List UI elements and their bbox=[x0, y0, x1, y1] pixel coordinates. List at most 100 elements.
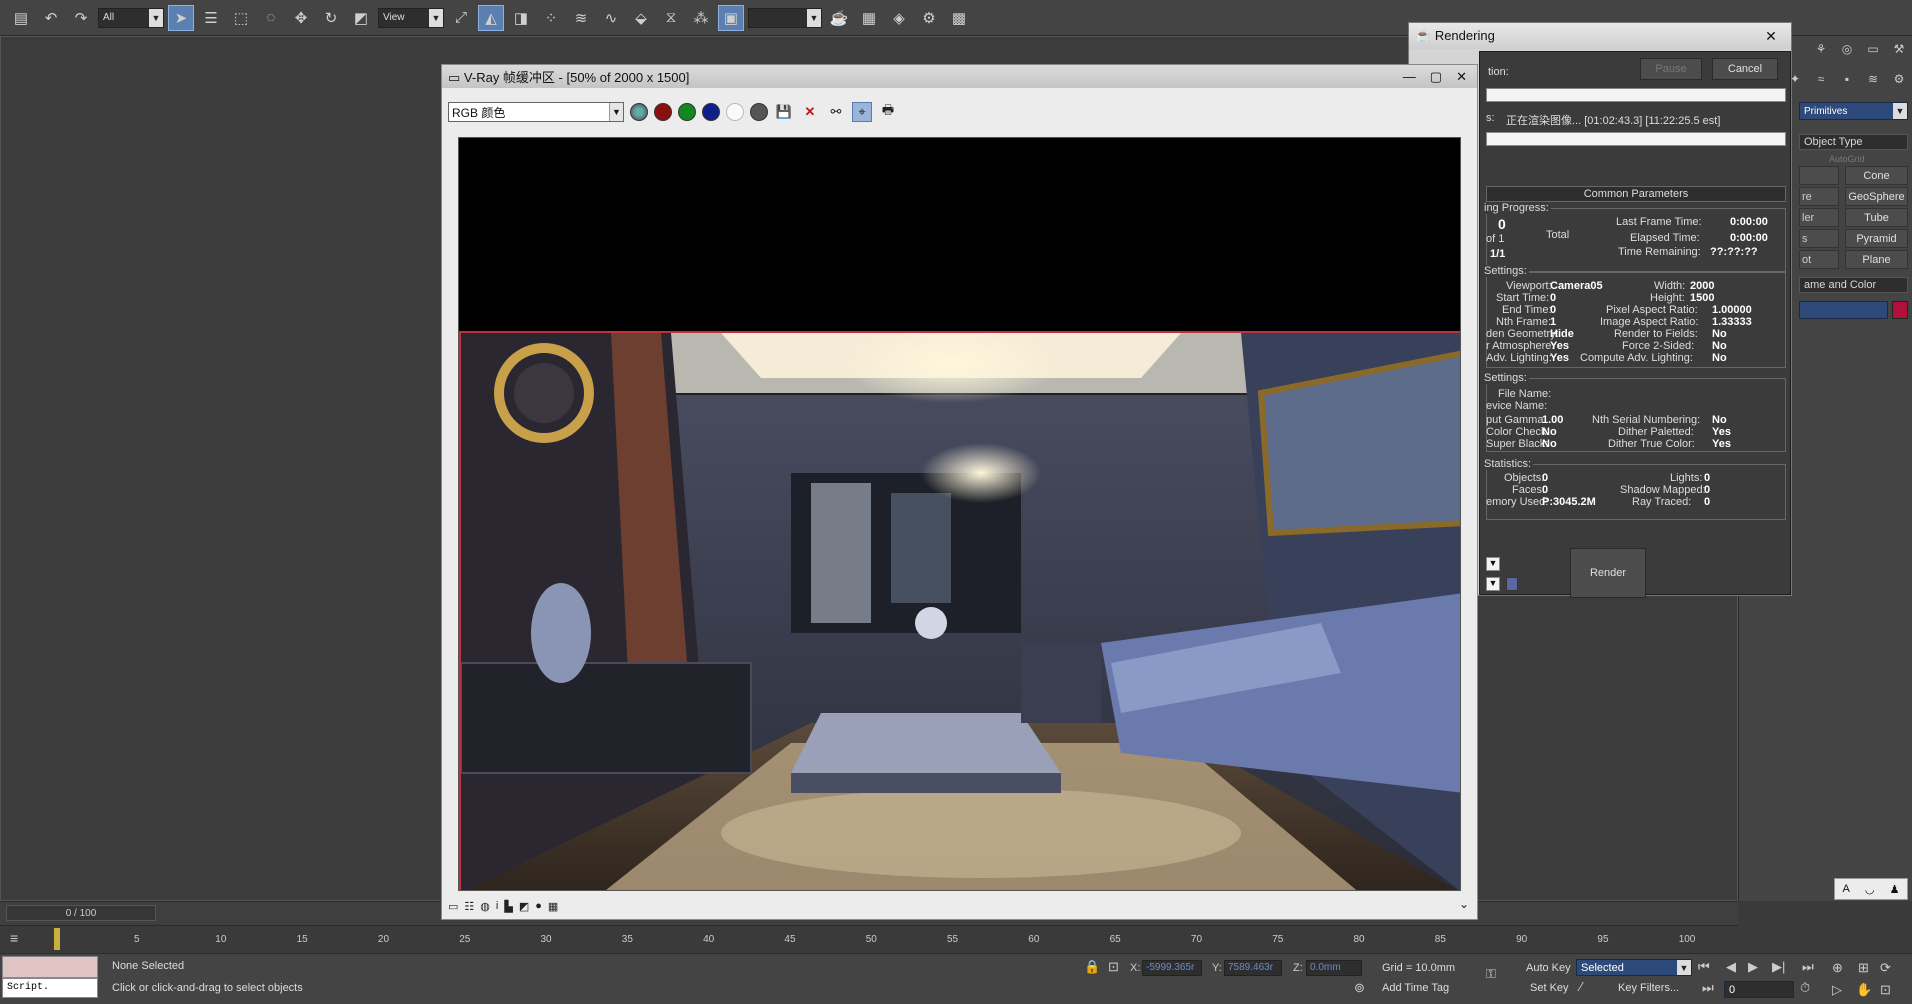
render-setup-icon[interactable]: ▣ bbox=[718, 4, 744, 31]
close-icon[interactable]: ✕ bbox=[1751, 28, 1791, 45]
angle-snap-icon[interactable]: ◭ bbox=[478, 4, 504, 31]
primitive-button-left-1[interactable] bbox=[1799, 166, 1839, 185]
x-coord-field[interactable]: -5999.365r bbox=[1142, 960, 1202, 976]
maxscript-listener[interactable]: Script. bbox=[2, 956, 98, 1001]
array-icon[interactable]: ⁘ bbox=[538, 5, 564, 31]
vfb-expand-icon[interactable]: ⌄ bbox=[1459, 897, 1469, 911]
align-icon[interactable]: ⧖ bbox=[658, 5, 684, 31]
scale-icon[interactable]: ◩ bbox=[348, 5, 374, 31]
vfb-titlebar[interactable]: ▭ V-Ray 帧缓冲区 - [50% of 2000 x 1500] — ▢ … bbox=[442, 65, 1477, 88]
vfb-info-icon[interactable]: i bbox=[496, 900, 498, 912]
utilities-icon[interactable]: ⚒ bbox=[1890, 42, 1908, 60]
plane-button[interactable]: Plane bbox=[1845, 250, 1908, 269]
time-slider[interactable]: 0 / 100 bbox=[6, 905, 156, 921]
channel-dropdown[interactable]: RGB 颜色 ▼ bbox=[448, 102, 624, 122]
primitive-button-left-5[interactable]: ot bbox=[1799, 250, 1839, 269]
primitive-button-left-4[interactable]: s bbox=[1799, 229, 1839, 248]
rotate-icon[interactable]: ↻ bbox=[318, 5, 344, 31]
key-mode-dropdown[interactable]: Selected ▼ bbox=[1576, 959, 1692, 976]
key-mode-toggle-icon[interactable]: ⏭ bbox=[1702, 980, 1714, 996]
rect-selection-icon[interactable]: ⬚ bbox=[228, 5, 254, 31]
render-last-icon[interactable]: 🖶 bbox=[878, 102, 898, 122]
blue-channel-icon[interactable] bbox=[702, 103, 720, 121]
prev-frame-icon[interactable]: ◀ bbox=[1726, 959, 1736, 975]
rendering-titlebar[interactable]: ☕ Rendering ✕ bbox=[1409, 23, 1791, 49]
zoom-icon[interactable]: ⊕ bbox=[1832, 960, 1843, 976]
vfb-color-icon[interactable]: ◍ bbox=[480, 900, 490, 913]
vfb-lut-icon[interactable]: ▦ bbox=[548, 900, 558, 913]
autogrid-checkbox[interactable]: AutoGrid bbox=[1829, 154, 1908, 164]
minimize-icon[interactable]: — bbox=[1403, 69, 1416, 85]
rgb-channel-icon[interactable] bbox=[630, 103, 648, 121]
schematic-icon[interactable]: ⬙ bbox=[628, 5, 654, 31]
track-bar-menu-icon[interactable]: ≡ bbox=[10, 930, 18, 946]
selection-filter-dropdown[interactable]: All ▼ bbox=[98, 7, 164, 28]
lock-view-icon[interactable] bbox=[1506, 577, 1518, 591]
red-channel-icon[interactable] bbox=[654, 103, 672, 121]
maximize-viewport-icon[interactable]: ⊡ bbox=[1880, 982, 1891, 998]
cancel-button[interactable]: Cancel bbox=[1712, 58, 1778, 80]
named-selection-dropdown[interactable]: ▼ bbox=[748, 7, 822, 28]
gear-icon[interactable]: ⚙ bbox=[916, 5, 942, 31]
curve-tool-icon[interactable]: ◡ bbox=[1865, 883, 1875, 896]
clear-icon[interactable]: ✕ bbox=[800, 102, 820, 122]
move-icon[interactable]: ✥ bbox=[288, 5, 314, 31]
mirror-icon[interactable]: ◨ bbox=[508, 5, 534, 31]
pause-button[interactable]: Pause bbox=[1640, 58, 1702, 80]
redo-icon[interactable]: ↷ bbox=[68, 5, 94, 31]
vfb-levels-icon[interactable]: ▙ bbox=[504, 900, 512, 913]
select-object-icon[interactable]: ➤ bbox=[168, 4, 194, 31]
track-mouse-icon[interactable]: ⌖ bbox=[852, 102, 872, 122]
person-icon[interactable]: ♟ bbox=[1890, 883, 1900, 896]
maxscript-input[interactable] bbox=[2, 956, 98, 978]
display-icon[interactable]: ▭ bbox=[1864, 42, 1882, 60]
primitive-button-left-2[interactable]: re bbox=[1799, 187, 1839, 206]
primitive-button-left-3[interactable]: ler bbox=[1799, 208, 1839, 227]
vfb-settings-icon[interactable]: ▭ bbox=[448, 900, 458, 913]
render-canvas[interactable] bbox=[458, 137, 1461, 891]
common-parameters-header[interactable]: Common Parameters bbox=[1486, 186, 1786, 202]
add-time-tag[interactable]: Add Time Tag bbox=[1382, 982, 1449, 994]
cameras-icon[interactable]: ≋ bbox=[1864, 72, 1882, 90]
render-frame-icon[interactable]: ▦ bbox=[856, 5, 882, 31]
maximize-icon[interactable]: ▢ bbox=[1430, 69, 1442, 85]
pan-icon[interactable]: ✋ bbox=[1856, 982, 1872, 998]
systems-icon[interactable]: ▪ bbox=[1838, 72, 1856, 90]
view-dropdown-arrow[interactable]: ▼ bbox=[1486, 577, 1500, 591]
auto-key-button[interactable]: Auto Key bbox=[1526, 962, 1571, 974]
object-color-swatch[interactable] bbox=[1892, 301, 1908, 319]
material-editor-icon[interactable]: ⁂ bbox=[688, 5, 714, 31]
duplicate-to-max-icon[interactable]: ⚯ bbox=[826, 102, 846, 122]
shapes-icon[interactable]: ⚙ bbox=[1890, 72, 1908, 90]
z-coord-field[interactable]: 0.0mm bbox=[1306, 960, 1362, 976]
layer-manager-icon[interactable]: ≋ bbox=[568, 5, 594, 31]
current-frame-field[interactable]: 0 bbox=[1724, 981, 1794, 998]
goto-end-icon[interactable]: ⏭ bbox=[1802, 959, 1814, 975]
time-tag-icon[interactable]: ⊚ bbox=[1354, 980, 1365, 996]
reference-coord-dropdown[interactable]: View ▼ bbox=[378, 7, 444, 28]
save-icon[interactable]: 💾 bbox=[774, 102, 794, 122]
zoom-all-icon[interactable]: ⊞ bbox=[1858, 960, 1869, 976]
preset-dropdown-arrow[interactable]: ▼ bbox=[1486, 557, 1500, 571]
undo-icon[interactable]: ↶ bbox=[38, 5, 64, 31]
mono-channel-icon[interactable] bbox=[750, 103, 768, 121]
green-channel-icon[interactable] bbox=[678, 103, 696, 121]
object-name-field[interactable] bbox=[1799, 301, 1888, 319]
set-key-button[interactable]: Set Key bbox=[1530, 982, 1569, 994]
snap-toggle-icon[interactable]: ⤢ bbox=[448, 5, 474, 31]
time-cursor[interactable] bbox=[54, 928, 60, 950]
close-icon[interactable]: ✕ bbox=[1456, 69, 1467, 85]
text-tool-icon[interactable]: A bbox=[1843, 883, 1850, 895]
field-of-view-icon[interactable]: ▷ bbox=[1832, 982, 1842, 998]
rollout-name-color[interactable]: ame and Color bbox=[1799, 277, 1908, 293]
time-config-icon[interactable]: ⏱ bbox=[1800, 980, 1810, 996]
alpha-channel-icon[interactable] bbox=[726, 103, 744, 121]
lock-icon[interactable]: 🔒 bbox=[1084, 959, 1100, 975]
render-production-icon[interactable]: ◈ bbox=[886, 5, 912, 31]
key-icon[interactable]: ⚿ bbox=[1486, 966, 1496, 982]
absolute-mode-icon[interactable]: ⊡ bbox=[1108, 959, 1119, 975]
rollout-object-type[interactable]: Object Type bbox=[1799, 134, 1908, 150]
goto-start-icon[interactable]: ⏮ bbox=[1698, 959, 1710, 975]
play-icon[interactable]: ▶ bbox=[1748, 959, 1758, 975]
teapot-render-icon[interactable]: ☕ bbox=[826, 5, 852, 31]
